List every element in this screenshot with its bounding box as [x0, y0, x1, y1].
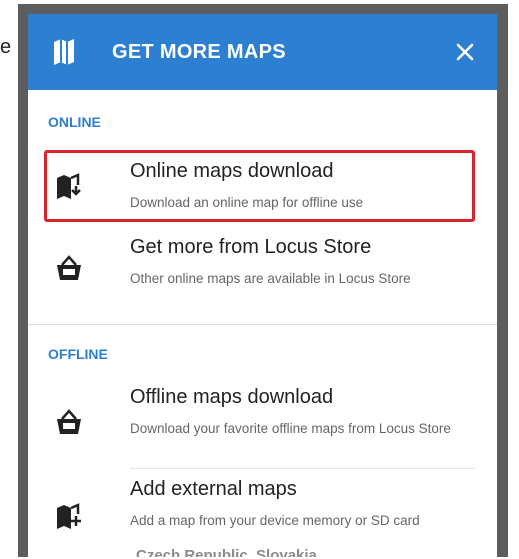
screen-frame: GET MORE MAPS ONLINE Online maps downloa… [18, 4, 508, 557]
item-title: Online maps download [130, 160, 334, 182]
add-external-maps-item[interactable]: Add external maps Add a map from your de… [28, 470, 497, 557]
item-subtitle: Add a map from your device memory or SD … [130, 513, 420, 528]
online-maps-download-item[interactable]: Online maps download Download an online … [28, 150, 497, 222]
store-basket-icon [57, 409, 81, 434]
item-subtitle: Download your favorite offline maps from… [130, 421, 451, 436]
item-divider [130, 468, 475, 469]
section-divider [28, 324, 497, 325]
map-download-icon [57, 173, 81, 199]
background-edge-text: e [0, 36, 12, 58]
map-add-icon [57, 503, 81, 529]
offline-maps-download-item[interactable]: Offline maps download Download your favo… [28, 378, 497, 466]
section-label-online: ONLINE [48, 114, 101, 130]
item-title: Add external maps [130, 478, 297, 500]
map-icon [54, 39, 74, 65]
dialog-title: GET MORE MAPS [112, 41, 286, 63]
item-subtitle: Other online maps are available in Locus… [130, 271, 411, 286]
section-label-offline: OFFLINE [48, 346, 108, 362]
dialog-header: GET MORE MAPS [28, 14, 497, 90]
close-icon [456, 43, 474, 61]
store-basket-icon [57, 255, 81, 280]
get-more-maps-dialog: GET MORE MAPS ONLINE Online maps downloa… [28, 14, 497, 557]
background-list-text: Czech Republic, Slovakia [136, 547, 317, 557]
item-title: Offline maps download [130, 386, 334, 408]
item-title: Get more from Locus Store [130, 236, 372, 258]
close-button[interactable] [445, 32, 485, 72]
item-subtitle: Download an online map for offline use [130, 195, 364, 210]
locus-store-item[interactable]: Get more from Locus Store Other online m… [28, 226, 497, 316]
